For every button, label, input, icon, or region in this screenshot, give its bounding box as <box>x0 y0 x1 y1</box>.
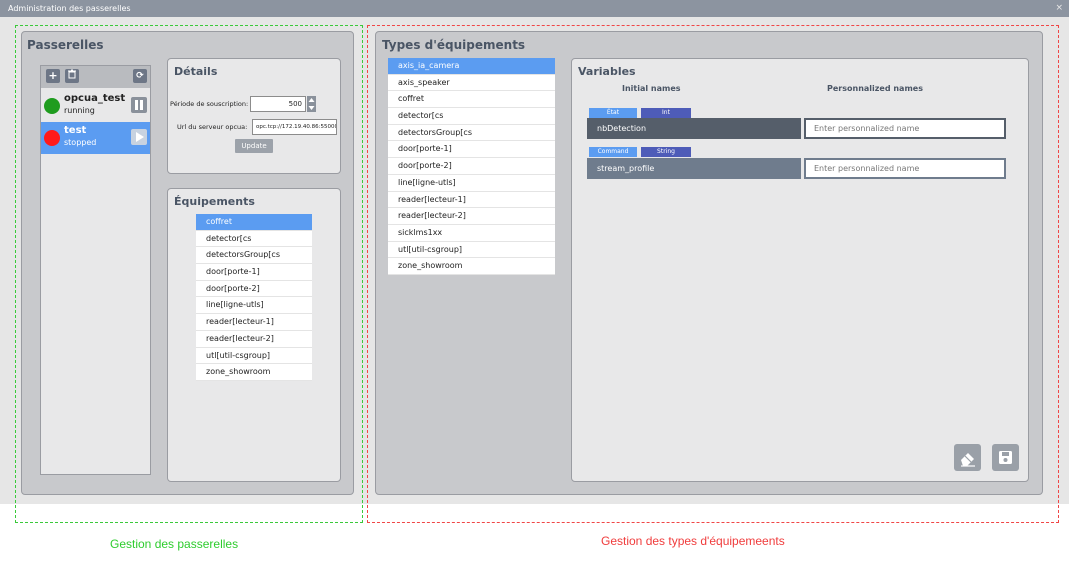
window-titlebar: Administration des passerelles × <box>0 0 1069 17</box>
gateways-caption: Gestion des passerelles <box>110 537 239 551</box>
types-caption: Gestion des types d'équipemeents <box>601 534 785 548</box>
window-title: Administration des passerelles <box>8 4 131 13</box>
close-icon[interactable]: × <box>1055 0 1063 17</box>
gateways-annotation-box <box>15 25 363 523</box>
types-annotation-box <box>367 25 1059 523</box>
